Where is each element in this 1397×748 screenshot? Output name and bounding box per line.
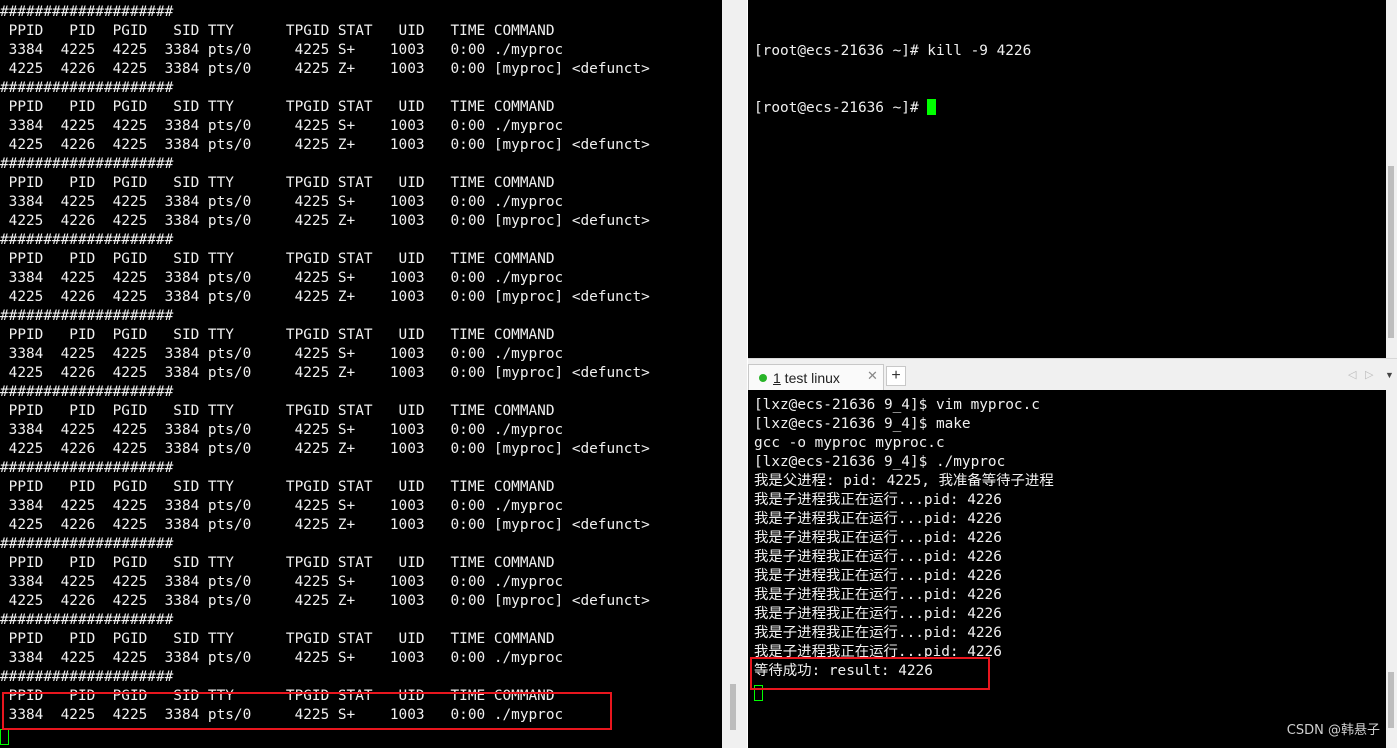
scroll-tabs-right-icon[interactable]: ▷: [1365, 368, 1373, 381]
terminal-line: 4225 4226 4225 3384 pts/0 4225 Z+ 1003 0…: [0, 289, 650, 305]
terminal-line: 我是父进程: pid: 4225, 我准备等待子进程: [754, 473, 1054, 489]
terminal-line: 我是子进程我正在运行...pid: 4226: [754, 511, 1002, 527]
terminal-line: 4225 4226 4225 3384 pts/0 4225 Z+ 1003 0…: [0, 137, 650, 153]
terminal-line: 3384 4225 4225 3384 pts/0 4225 S+ 1003 0…: [0, 194, 564, 210]
terminal-line: 4225 4226 4225 3384 pts/0 4225 Z+ 1003 0…: [0, 593, 650, 609]
terminal-line: 我是子进程我正在运行...pid: 4226: [754, 530, 1002, 546]
terminal-line: PPID PID PGID SID TTY TPGID STAT UID TIM…: [0, 479, 555, 495]
terminal-cursor: [927, 99, 937, 115]
terminal-line: 我是子进程我正在运行...pid: 4226: [754, 549, 1002, 565]
terminal-line: 我是子进程我正在运行...pid: 4226: [754, 568, 1002, 584]
tab-list-dropdown-icon[interactable]: ▼: [1385, 370, 1394, 380]
terminal-line: 3384 4225 4225 3384 pts/0 4225 S+ 1003 0…: [0, 118, 564, 134]
terminal-line: ####################: [0, 4, 174, 20]
prompt-text: [root@ecs-21636 ~]#: [754, 100, 928, 116]
session-tab-bar: 1 test linux ✕ + ◁ ▷ ▼: [748, 358, 1397, 391]
terminal-line: ####################: [0, 536, 174, 552]
left-terminal-pane[interactable]: #################### PPID PID PGID SID T…: [0, 0, 722, 748]
terminal-line: 我是子进程我正在运行...pid: 4226: [754, 492, 1002, 508]
terminal-line: ####################: [0, 308, 174, 324]
terminal-line: 3384 4225 4225 3384 pts/0 4225 S+ 1003 0…: [0, 574, 564, 590]
left-highlight-box: [2, 692, 612, 730]
bottom-right-scrollbar[interactable]: [1386, 390, 1397, 748]
terminal-line: PPID PID PGID SID TTY TPGID STAT UID TIM…: [0, 403, 555, 419]
terminal-line: 3384 4225 4225 3384 pts/0 4225 S+ 1003 0…: [0, 650, 564, 666]
terminal-line: 4225 4226 4225 3384 pts/0 4225 Z+ 1003 0…: [0, 213, 650, 229]
terminal-line: PPID PID PGID SID TTY TPGID STAT UID TIM…: [0, 251, 555, 267]
terminal-line: 3384 4225 4225 3384 pts/0 4225 S+ 1003 0…: [0, 42, 564, 58]
bottom-right-terminal-output: [lxz@ecs-21636 9_4]$ vim myproc.c [lxz@ec…: [754, 396, 1054, 681]
tab-test-linux[interactable]: 1 test linux ✕: [748, 364, 884, 391]
terminal-line: 3384 4225 4225 3384 pts/0 4225 S+ 1003 0…: [0, 346, 564, 362]
terminal-line: 我是子进程我正在运行...pid: 4226: [754, 625, 1002, 641]
scrollbar-thumb[interactable]: [1388, 166, 1394, 338]
terminal-line: ####################: [0, 80, 174, 96]
top-right-terminal-pane[interactable]: [root@ecs-21636 ~]# kill -9 4226 [root@e…: [748, 0, 1386, 358]
terminal-line: ####################: [0, 460, 174, 476]
connected-status-icon: [759, 374, 767, 382]
terminal-line: ####################: [0, 612, 174, 628]
terminal-line: 4225 4226 4225 3384 pts/0 4225 Z+ 1003 0…: [0, 365, 650, 381]
bottom-right-terminal-pane[interactable]: [lxz@ecs-21636 9_4]$ vim myproc.c [lxz@ec…: [748, 390, 1386, 748]
terminal-line: PPID PID PGID SID TTY TPGID STAT UID TIM…: [0, 327, 555, 343]
terminal-line: 3384 4225 4225 3384 pts/0 4225 S+ 1003 0…: [0, 498, 564, 514]
terminal-line: 4225 4226 4225 3384 pts/0 4225 Z+ 1003 0…: [0, 517, 650, 533]
top-right-terminal-output: [root@ecs-21636 ~]# kill -9 4226 [root@e…: [754, 4, 1031, 156]
terminal-line: 3384 4225 4225 3384 pts/0 4225 S+ 1003 0…: [0, 270, 564, 286]
close-tab-icon[interactable]: ✕: [867, 368, 878, 384]
csdn-watermark: CSDN @韩悬子: [1286, 723, 1380, 738]
tab-label: 1 test linux: [773, 370, 840, 386]
terminal-line: 4225 4226 4225 3384 pts/0 4225 Z+ 1003 0…: [0, 61, 650, 77]
scrollbar-thumb[interactable]: [1388, 672, 1394, 728]
terminal-line: ####################: [0, 669, 174, 685]
terminal-line: [lxz@ecs-21636 9_4]$ vim myproc.c: [754, 397, 1040, 413]
terminal-line: [root@ecs-21636 ~]# kill -9 4226: [754, 43, 1032, 59]
terminal-line: PPID PID PGID SID TTY TPGID STAT UID TIM…: [0, 631, 555, 647]
terminal-line: 我是子进程我正在运行...pid: 4226: [754, 587, 1002, 603]
terminal-line: [lxz@ecs-21636 9_4]$ ./myproc: [754, 454, 1006, 470]
top-right-scrollbar[interactable]: [1386, 0, 1397, 358]
terminal-line: ####################: [0, 156, 174, 172]
terminal-line: ####################: [0, 384, 174, 400]
add-tab-button[interactable]: +: [886, 366, 906, 386]
left-terminal-output: #################### PPID PID PGID SID T…: [0, 3, 650, 725]
right-highlight-box: [750, 657, 990, 690]
terminal-line: [lxz@ecs-21636 9_4]$ make: [754, 416, 971, 432]
terminal-line: [root@ecs-21636 ~]#: [754, 99, 1031, 118]
terminal-line: ####################: [0, 232, 174, 248]
terminal-line: PPID PID PGID SID TTY TPGID STAT UID TIM…: [0, 175, 555, 191]
terminal-line: PPID PID PGID SID TTY TPGID STAT UID TIM…: [0, 99, 555, 115]
terminal-line: 3384 4225 4225 3384 pts/0 4225 S+ 1003 0…: [0, 422, 564, 438]
terminal-line: PPID PID PGID SID TTY TPGID STAT UID TIM…: [0, 23, 555, 39]
left-scrollbar-thumb[interactable]: [730, 684, 736, 730]
terminal-line: 我是子进程我正在运行...pid: 4226: [754, 606, 1002, 622]
terminal-line: PPID PID PGID SID TTY TPGID STAT UID TIM…: [0, 555, 555, 571]
pane-divider[interactable]: [722, 0, 747, 748]
scroll-tabs-left-icon[interactable]: ◁: [1348, 368, 1356, 381]
terminal-line: gcc -o myproc myproc.c: [754, 435, 945, 451]
terminal-line: 4225 4226 4225 3384 pts/0 4225 Z+ 1003 0…: [0, 441, 650, 457]
